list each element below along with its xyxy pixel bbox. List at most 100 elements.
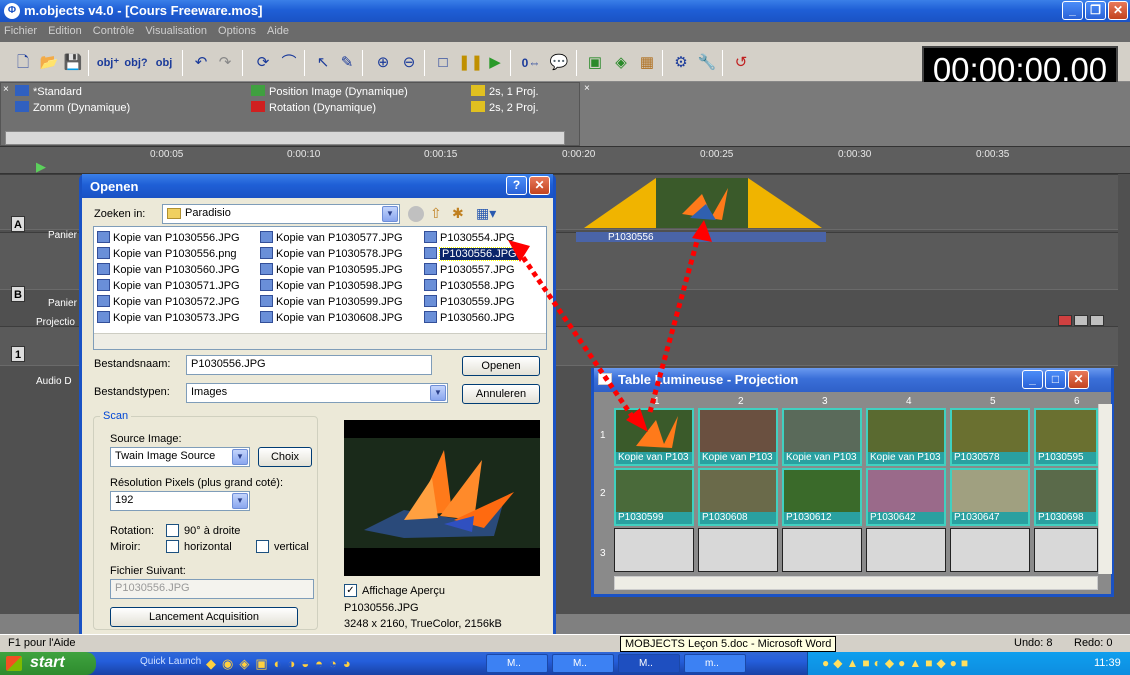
object-query-icon[interactable]: obj? bbox=[124, 52, 148, 74]
effect-2s-2proj[interactable]: 2s, 2 Proj. bbox=[471, 101, 539, 114]
wrench-icon[interactable]: 🔧 bbox=[696, 52, 718, 74]
file-list[interactable]: Kopie van P1030556.JPG Kopie van P103055… bbox=[93, 226, 547, 350]
effect-2s-1proj[interactable]: 2s, 1 Proj. bbox=[471, 85, 539, 98]
source-select[interactable]: Twain Image Source ▼ bbox=[110, 447, 250, 467]
open-folder-icon[interactable]: 📂 bbox=[38, 52, 60, 74]
file-item[interactable]: Kopie van P1030556.png bbox=[97, 246, 240, 262]
light-table-icon[interactable]: ▦ bbox=[636, 52, 658, 74]
cancel-button[interactable]: Annuleren bbox=[462, 384, 540, 404]
launch-acquisition-button[interactable]: Lancement Acquisition bbox=[110, 607, 298, 627]
lt-maximize-button[interactable]: □ bbox=[1045, 370, 1066, 389]
track-settings-icon[interactable] bbox=[1074, 315, 1088, 326]
view-menu-icon[interactable]: ▦▾ bbox=[476, 205, 496, 222]
object-edit-icon[interactable]: obj bbox=[152, 52, 176, 74]
close-button[interactable]: ✕ bbox=[1108, 1, 1128, 20]
lt-horizontal-scrollbar[interactable] bbox=[614, 576, 1098, 590]
chevron-down-icon[interactable]: ▼ bbox=[232, 493, 248, 509]
pointer-icon[interactable]: ↖ bbox=[312, 52, 334, 74]
menu-visualisation[interactable]: Visualisation bbox=[141, 22, 211, 37]
thumbnail[interactable]: Kopie van P103 bbox=[866, 408, 946, 466]
thumbnail[interactable]: P1030647 bbox=[950, 468, 1030, 526]
mirror-horizontal-checkbox[interactable] bbox=[166, 540, 179, 553]
track-mute-icon[interactable] bbox=[1058, 315, 1072, 326]
new-folder-icon[interactable]: ✱ bbox=[452, 205, 464, 222]
new-file-icon[interactable]: 🗋 bbox=[12, 52, 34, 74]
empty-slot[interactable] bbox=[782, 528, 862, 572]
thumbnail[interactable]: P1030612 bbox=[782, 468, 862, 526]
file-item[interactable]: Kopie van P1030608.JPG bbox=[260, 310, 403, 326]
filetype-select[interactable]: Images ▼ bbox=[186, 383, 448, 403]
timeline-ruler[interactable]: ▶ 0:00:05 0:00:10 0:00:15 0:00:20 0:00:2… bbox=[0, 146, 1130, 174]
taskbar-item-word[interactable]: M.. bbox=[552, 654, 614, 673]
file-item[interactable]: Kopie van P1030595.JPG bbox=[260, 262, 403, 278]
menu-edition[interactable]: Edition bbox=[44, 22, 86, 37]
taskbar-item-folder[interactable]: M.. bbox=[486, 654, 548, 673]
tools-icon[interactable]: ⚙ bbox=[670, 52, 692, 74]
undo-icon[interactable]: ↶ bbox=[190, 52, 212, 74]
look-in-combo[interactable]: Paradisio ▼ bbox=[162, 204, 400, 224]
help-button[interactable]: ? bbox=[506, 176, 527, 195]
loop-icon[interactable]: ↺ bbox=[730, 52, 752, 74]
restore-button[interactable]: ❐ bbox=[1085, 1, 1106, 20]
resolution-select[interactable]: 192 ▼ bbox=[110, 491, 250, 511]
open-button[interactable]: Openen bbox=[462, 356, 540, 376]
thumbnail[interactable]: P1030595 bbox=[1034, 408, 1098, 466]
thumbnail[interactable]: P1030599 bbox=[614, 468, 694, 526]
file-item[interactable]: Kopie van P1030573.JPG bbox=[97, 310, 240, 326]
empty-slot[interactable] bbox=[698, 528, 778, 572]
chevron-down-icon[interactable]: ▼ bbox=[430, 385, 446, 401]
file-list-scrollbar[interactable] bbox=[94, 333, 546, 349]
back-icon[interactable] bbox=[408, 206, 424, 222]
empty-slot[interactable] bbox=[866, 528, 946, 572]
effect-rotation[interactable]: Rotation (Dynamique) bbox=[251, 101, 376, 114]
effect-standard[interactable]: *Standard bbox=[15, 85, 82, 98]
minimize-button[interactable]: _ bbox=[1062, 1, 1083, 20]
lt-vertical-scrollbar[interactable] bbox=[1098, 404, 1112, 574]
thumbnail[interactable]: P1030578 bbox=[950, 408, 1030, 466]
file-item[interactable]: Kopie van P1030571.JPG bbox=[97, 278, 240, 294]
chevron-down-icon[interactable]: ▼ bbox=[232, 449, 248, 465]
file-item[interactable]: Kopie van P1030578.JPG bbox=[260, 246, 403, 262]
start-button[interactable]: start bbox=[0, 652, 96, 675]
empty-slot[interactable] bbox=[1034, 528, 1098, 572]
empty-slot[interactable] bbox=[950, 528, 1030, 572]
file-item[interactable]: Kopie van P1030577.JPG bbox=[260, 230, 403, 246]
file-item[interactable]: Kopie van P1030598.JPG bbox=[260, 278, 403, 294]
zoom-in-icon[interactable]: ⊕ bbox=[372, 52, 394, 74]
screen-icon[interactable]: ▣ bbox=[584, 52, 606, 74]
redo-icon[interactable]: ↷ bbox=[214, 52, 236, 74]
tray-icons[interactable]: ●◆▲■◐◆●▲■◆●■ bbox=[822, 656, 972, 670]
stop-icon[interactable]: □ bbox=[432, 52, 454, 74]
start-marker-icon[interactable]: ▶ bbox=[36, 159, 46, 175]
close-palette-icon[interactable]: × bbox=[584, 83, 590, 94]
chevron-down-icon[interactable]: ▼ bbox=[382, 206, 398, 222]
filename-input[interactable]: P1030556.JPG bbox=[186, 355, 432, 375]
quick-launch-icons[interactable]: ◆◉◈▣◐◑◒◓◔◕ bbox=[206, 656, 357, 672]
dialog-close-button[interactable]: ✕ bbox=[529, 176, 550, 195]
taskbar-item-mobjects[interactable]: m.. bbox=[684, 654, 746, 673]
thumbnail[interactable]: Kopie van P103 bbox=[614, 408, 694, 466]
object-add-icon[interactable]: obj⁺ bbox=[96, 52, 120, 74]
thumbnail[interactable]: Kopie van P103 bbox=[698, 408, 778, 466]
empty-slot[interactable] bbox=[614, 528, 694, 572]
refresh-icon[interactable]: ⟳ bbox=[252, 52, 274, 74]
pause-icon[interactable]: ❚❚ bbox=[458, 52, 483, 74]
save-icon[interactable]: 💾 bbox=[62, 52, 84, 74]
lasso-icon[interactable]: ⌒ bbox=[278, 52, 300, 74]
projector-icon[interactable]: ◈ bbox=[610, 52, 632, 74]
app-icon[interactable]: Φ bbox=[4, 3, 20, 19]
up-folder-icon[interactable]: ⇧ bbox=[430, 205, 442, 222]
menu-options[interactable]: Options bbox=[214, 22, 260, 37]
rotation-checkbox[interactable] bbox=[166, 524, 179, 537]
file-item[interactable]: Kopie van P1030599.JPG bbox=[260, 294, 403, 310]
next-file-input[interactable]: P1030556.JPG bbox=[110, 579, 314, 599]
thumbnail[interactable]: P1030642 bbox=[866, 468, 946, 526]
effect-zoom[interactable]: Zomm (Dynamique) bbox=[15, 101, 130, 114]
preview-checkbox[interactable]: ✓ bbox=[344, 584, 357, 597]
choice-button[interactable]: Choix bbox=[258, 447, 312, 467]
file-item[interactable]: P1030554.JPG bbox=[424, 230, 519, 246]
file-item[interactable]: P1030559.JPG bbox=[424, 294, 519, 310]
lt-close-button[interactable]: ✕ bbox=[1068, 370, 1089, 389]
file-item[interactable]: P1030560.JPG bbox=[424, 310, 519, 326]
menu-controle[interactable]: Contrôle bbox=[89, 22, 139, 37]
